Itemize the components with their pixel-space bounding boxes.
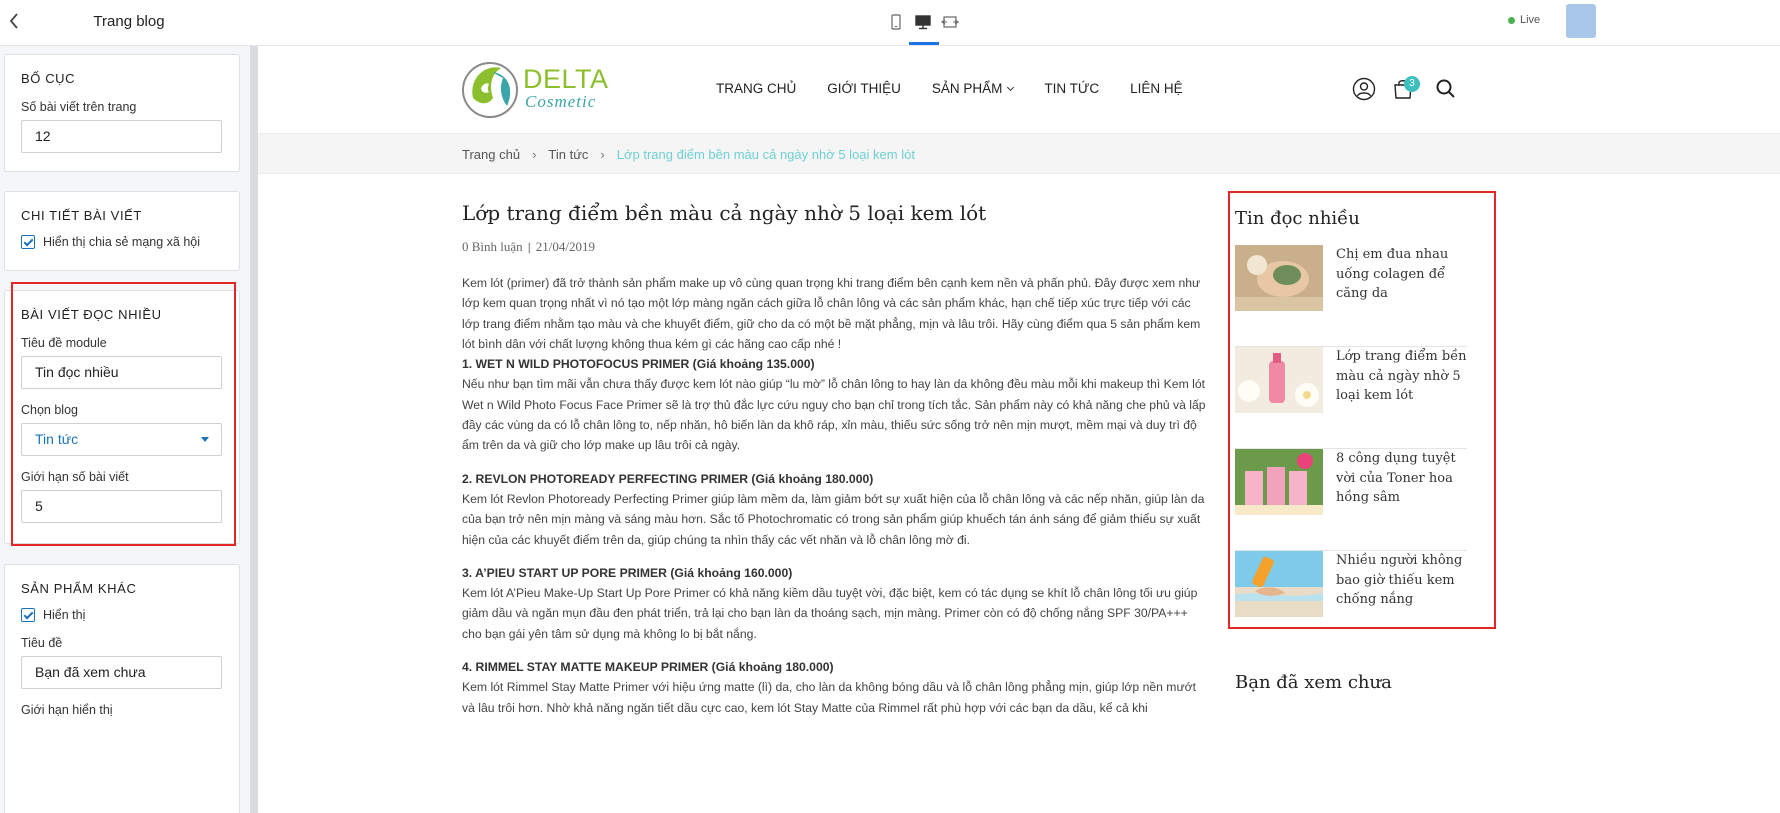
seen-section-title: Bạn đã xem chưa [1235,672,1392,693]
site-logo[interactable]: DELTA Cosmetic [461,58,621,120]
other-products-card: SẢN PHẨM KHÁC Hiển thị Tiêu đề Bạn đã xe… [4,564,240,813]
posts-per-page-input[interactable]: 12 [21,120,222,153]
live-dot-icon [1508,16,1515,24]
cart-count-badge: 3 [1404,76,1420,92]
section-body: Kem lót A’Pieu Make-Up Start Up Pore Pri… [462,586,1198,641]
sunscreen-beach-photo[interactable] [1235,551,1323,617]
highlight-box [11,282,236,546]
chevron-left-icon [9,13,18,29]
search-icon[interactable] [1434,77,1458,101]
desktop-icon[interactable] [914,13,932,31]
popular-post-item[interactable]: Chị em đua nhau uống colagen để căng da [1235,245,1467,347]
popular-post-title[interactable]: Lớp trang điểm bền màu cả ngày nhờ 5 loạ… [1336,347,1471,406]
publish-button[interactable] [1566,4,1596,38]
popular-post-item[interactable]: Nhiều người không bao giờ thiếu kem chốn… [1235,551,1467,653]
section-body: Kem lót Revlon Photoready Perfecting Pri… [462,491,1205,547]
back-button[interactable] [8,12,26,32]
user-icon[interactable] [1352,77,1376,101]
popular-post-item[interactable]: Lớp trang điểm bền màu cả ngày nhờ 5 loạ… [1235,347,1467,449]
article: Lớp trang điểm bền màu cả ngày nhờ 5 loạ… [462,201,1210,718]
popular-post-title[interactable]: Nhiều người không bao giờ thiếu kem chốn… [1336,551,1471,610]
section-heading: 4. RIMMEL STAY MATTE MAKEUP PRIMER (Giá … [462,660,834,675]
share-label: Hiển thị chia sẻ mạng xã hội [43,235,201,249]
show-checkbox[interactable] [21,608,35,622]
editor-panel: Trang blog BỐ CỤC Số bài viết trên trang… [0,0,258,813]
article-date: 21/04/2019 [535,239,596,254]
breadcrumb-home[interactable]: Trang chủ [462,147,520,162]
live-status: Live [1508,14,1540,26]
popular-post-title[interactable]: Chị em đua nhau uống colagen để căng da [1336,245,1471,304]
nav-news[interactable]: TIN TỨC [1044,81,1099,96]
show-label: Hiển thị [43,608,86,622]
nav-products[interactable]: SẢN PHẨM [931,81,1015,96]
layout-card: BỐ CỤC Số bài viết trên trang 12 [4,54,240,172]
section-heading: 2. REVLON PHOTOREADY PERFECTING PRIMER (… [462,471,874,486]
mobile-icon[interactable] [887,13,905,31]
breadcrumb: Trang chủ › Tin tức › Lớp trang điểm bền… [258,134,1780,174]
cosmetic-bottle-photo[interactable] [1235,347,1323,413]
other-title-label: Tiêu đề [21,636,63,650]
section-body: Kem lót Rimmel Stay Matte Primer với hiệ… [462,680,1196,715]
breadcrumb-current: Lớp trang điểm bền màu cả ngày nhờ 5 loạ… [616,147,915,162]
share-toggle-row[interactable]: Hiển thị chia sẻ mạng xã hội [21,235,223,249]
popular-post-item[interactable]: 8 công dụng tuyệt vời của Toner hoa hồng… [1235,449,1467,551]
article-intro: Kem lót (primer) đã trở thành sản phẩm m… [462,276,1201,351]
popular-post-title[interactable]: 8 công dụng tuyệt vời của Toner hoa hồng… [1336,449,1471,508]
section-heading: 3. A’PIEU START UP PORE PRIMER (Giá khoả… [462,565,793,580]
toner-bottles-photo[interactable] [1235,449,1323,515]
editor-title: Trang blog [93,13,165,30]
display-limit-label: Giới hạn hiển thị [21,703,113,717]
share-checkbox[interactable] [21,235,35,249]
other-products-card-title: SẢN PHẨM KHÁC [21,581,137,596]
logo-brand: DELTA [523,64,609,94]
editor-header: Trang blog [0,0,258,46]
layout-card-title: BỐ CỤC [21,71,76,86]
show-toggle-row[interactable]: Hiển thị [21,608,223,622]
breadcrumb-separator-icon: › [532,147,537,162]
posts-per-page-label: Số bài viết trên trang [21,100,137,114]
editor-scrollbar[interactable] [250,46,258,813]
site-preview: DELTA Cosmetic TRANG CHỦ GIỚI THIỆU SẢN … [258,46,1780,813]
logo-sub: Cosmetic [525,92,597,111]
site-header: DELTA Cosmetic TRANG CHỦ GIỚI THIỆU SẢN … [258,46,1780,134]
breadcrumb-section[interactable]: Tin tức [548,147,588,162]
breadcrumb-list: Trang chủ › Tin tức › Lớp trang điểm bền… [462,147,915,162]
nav-about[interactable]: GIỚI THIỆU [827,81,901,96]
other-title-input[interactable]: Bạn đã xem chưa [21,656,222,689]
logo-face-icon [462,62,518,118]
section-body: Nếu như bạn tìm mãi vẫn chưa thấy được k… [462,377,1206,453]
fullwidth-icon[interactable] [941,13,959,31]
section-heading: 1. WET N WILD PHOTOFOCUS PRIMER (Giá kho… [462,357,815,372]
active-device-indicator [909,42,939,45]
chevron-down-icon [1007,83,1015,91]
post-detail-card: CHI TIẾT BÀI VIẾT Hiển thị chia sẻ mạng … [4,191,240,271]
preview-toolbar: Live [258,0,1780,46]
meta-divider: | [527,239,531,254]
article-title: Lớp trang điểm bền màu cả ngày nhờ 5 loạ… [462,201,987,225]
live-label: Live [1520,14,1541,26]
main-nav: TRANG CHỦ GIỚI THIỆU SẢN PHẨM TIN TỨC LI… [716,81,1214,96]
nav-products-label: SẢN PHẨM [931,81,1003,96]
breadcrumb-separator-icon: › [600,147,605,162]
comment-count[interactable]: 0 Bình luận [462,239,523,254]
nav-contact[interactable]: LIÊN HỆ [1130,81,1183,96]
face-mask-photo[interactable] [1235,245,1323,311]
article-meta: 0 Bình luận | 21/04/2019 [462,239,1210,255]
popular-posts-title: Tin đọc nhiều [1235,208,1360,229]
post-detail-card-title: CHI TIẾT BÀI VIẾT [21,208,142,223]
nav-home[interactable]: TRANG CHỦ [716,81,796,96]
